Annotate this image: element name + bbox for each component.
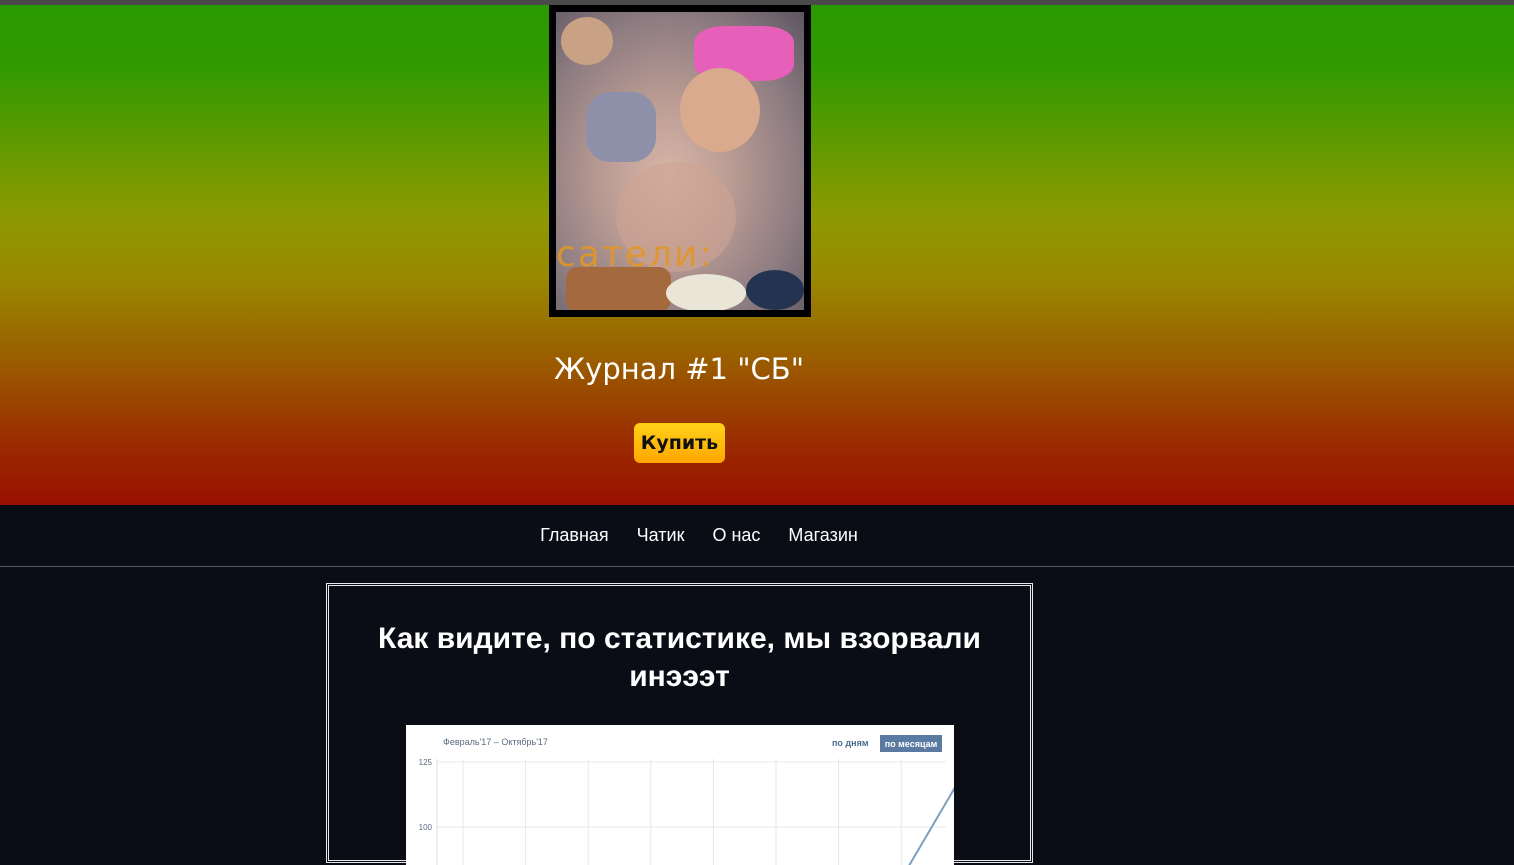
statistics-widget: Февраль'17 – Октябрь'17 по дням по месяц… (406, 725, 954, 865)
nav-item-home[interactable]: Главная (540, 525, 609, 546)
nav-item-shop[interactable]: Магазин (788, 525, 857, 546)
y-tick-label: 100 (419, 823, 433, 832)
nav-item-chat[interactable]: Чатик (637, 525, 685, 546)
buy-button[interactable]: Купить (634, 423, 725, 463)
magazine-title: Журнал #1 "СБ" (553, 352, 805, 386)
cover-collage-image: сатели: (556, 12, 804, 310)
series-line (908, 787, 954, 865)
panel-heading: Как видите, по статистике, мы взорвали и… (378, 622, 981, 693)
main-navigation: Главная Чатик О нас Магазин (0, 505, 1514, 567)
magazine-cover[interactable]: сатели: (549, 5, 811, 317)
cover-caption: сатели: (556, 234, 714, 275)
y-tick-label: 125 (419, 758, 433, 767)
content-panel: Как видите, по статистике, мы взорвали и… (326, 583, 1033, 865)
nav-item-about[interactable]: О нас (712, 525, 760, 546)
statistics-chart: 125 100 (419, 758, 954, 865)
